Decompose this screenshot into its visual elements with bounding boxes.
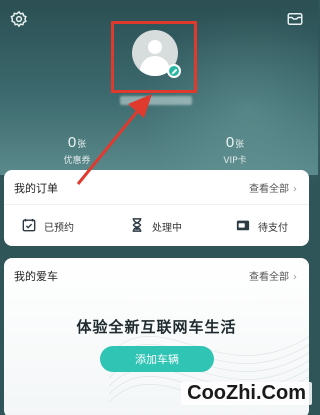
cars-slogan: 体验全新互联网车生活 bbox=[76, 318, 237, 336]
orders-view-all-label: 查看全部 bbox=[249, 184, 289, 195]
chevron-right-icon: › bbox=[293, 184, 297, 195]
avatar-highlight-box bbox=[111, 21, 197, 93]
message-envelope-icon[interactable] bbox=[286, 10, 304, 28]
order-status-processing[interactable]: 处理中 bbox=[130, 218, 182, 235]
username-blurred bbox=[120, 96, 192, 105]
divider bbox=[4, 204, 309, 205]
vip-card-stat[interactable]: 0张 VIP卡 bbox=[210, 132, 260, 166]
orders-view-all-link[interactable]: 查看全部 › bbox=[249, 180, 297, 195]
watermark: CooZhi.Com bbox=[181, 382, 312, 405]
add-car-button[interactable]: 添加车辆 bbox=[100, 346, 214, 372]
coupon-stat[interactable]: 0张 优惠券 bbox=[52, 132, 102, 166]
cars-view-all-link[interactable]: 查看全部 › bbox=[249, 268, 297, 283]
order-status-processing-label: 处理中 bbox=[152, 223, 182, 234]
cars-title: 我的爱车 bbox=[14, 270, 58, 283]
order-status-unpaid-label: 待支付 bbox=[258, 223, 288, 234]
cars-view-all-label: 查看全部 bbox=[249, 272, 289, 283]
order-status-booked[interactable]: 已预约 bbox=[22, 218, 74, 235]
edit-pencil-icon[interactable] bbox=[167, 64, 181, 78]
my-orders-card: 我的订单 查看全部 › 已预约 处理中 待支付 bbox=[4, 170, 309, 246]
calendar-check-icon bbox=[22, 218, 44, 235]
settings-gear-icon[interactable] bbox=[10, 10, 28, 28]
vip-card-count: 0 bbox=[225, 134, 235, 151]
coupon-count: 0 bbox=[67, 134, 77, 151]
wallet-icon bbox=[236, 218, 258, 235]
chevron-right-icon: › bbox=[293, 272, 297, 283]
vip-card-label: VIP卡 bbox=[223, 156, 247, 166]
order-status-booked-label: 已预约 bbox=[44, 223, 74, 234]
hourglass-icon bbox=[130, 218, 152, 235]
coupon-label: 优惠券 bbox=[63, 156, 91, 166]
vip-card-unit: 张 bbox=[235, 140, 245, 150]
coupon-unit: 张 bbox=[77, 140, 87, 150]
orders-title: 我的订单 bbox=[14, 182, 58, 195]
order-status-unpaid[interactable]: 待支付 bbox=[236, 218, 288, 235]
